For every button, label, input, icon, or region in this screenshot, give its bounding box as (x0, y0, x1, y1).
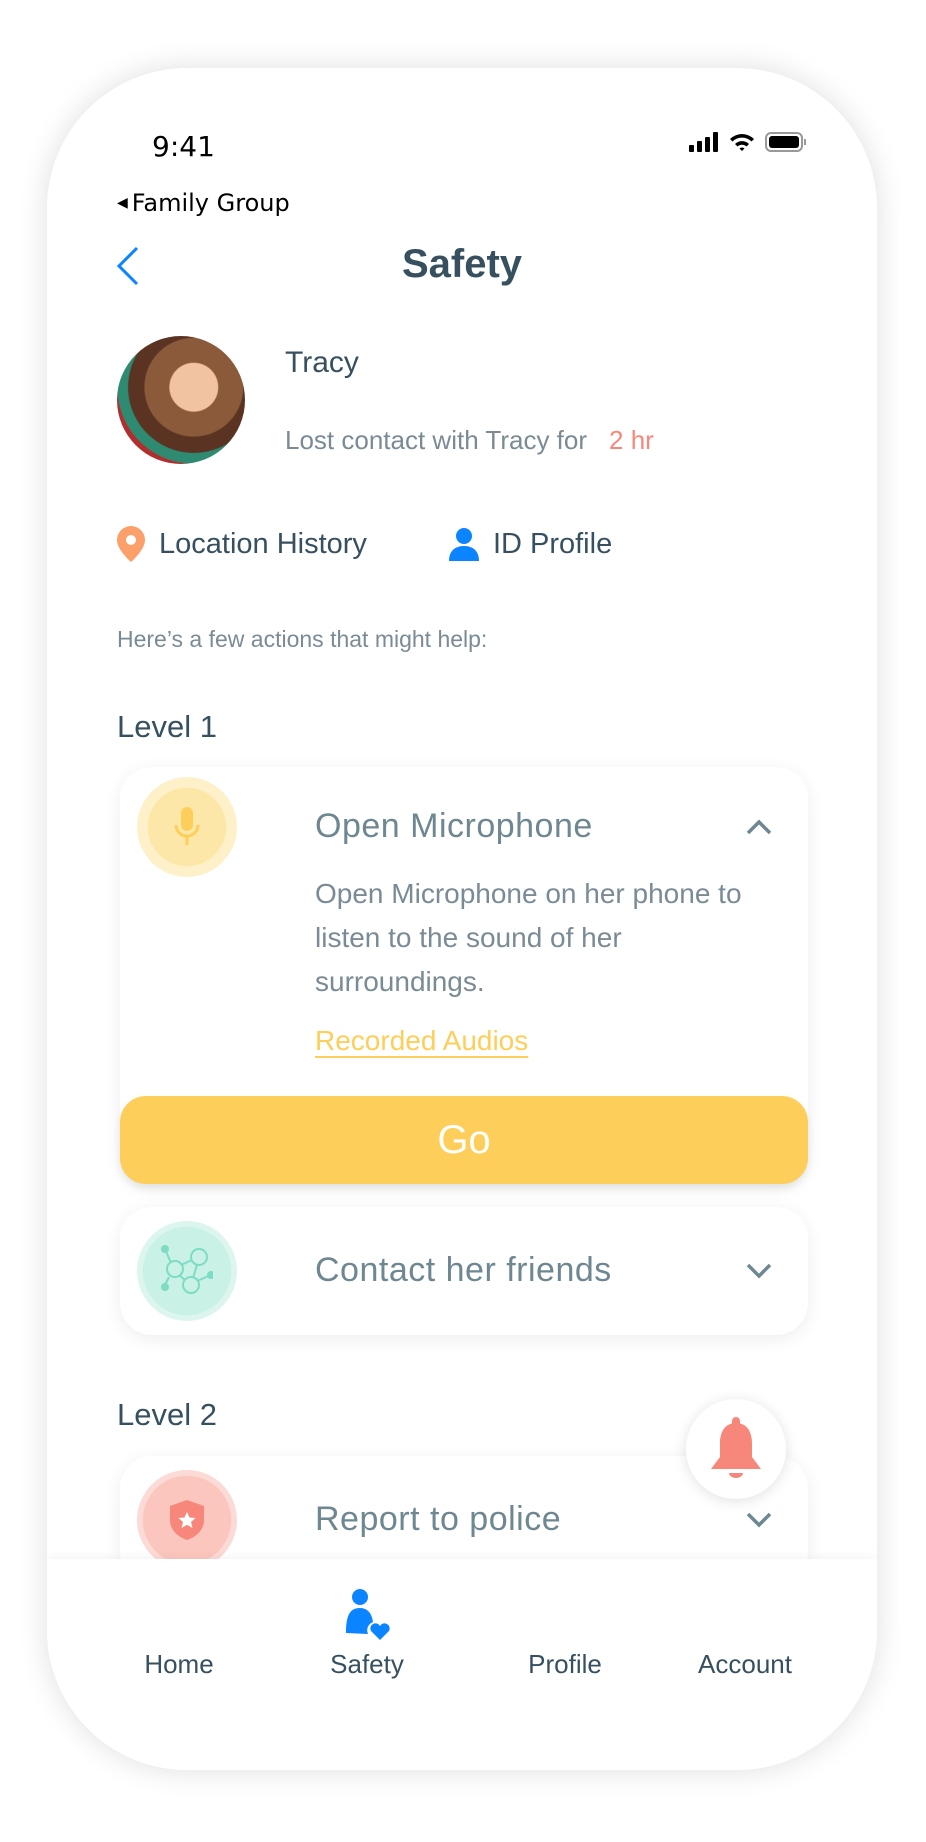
tab-label: Account (698, 1649, 792, 1679)
person-heart-icon (346, 1589, 390, 1640)
chevron-down-icon[interactable] (746, 1263, 772, 1279)
chevron-down-icon[interactable] (746, 1512, 772, 1528)
back-triangle-icon: ◀ (117, 195, 128, 211)
battery-icon (765, 132, 806, 152)
avatar (117, 336, 245, 464)
lost-contact-status: Lost contact with Tracy for 2 hr (285, 425, 654, 455)
tab-profile[interactable]: Profile (485, 1559, 645, 1709)
action-description: Open Microphone on her phone to listen t… (315, 878, 742, 997)
quick-links: Location History ID Profile (117, 526, 612, 562)
chevron-up-icon[interactable] (746, 819, 772, 835)
bell-icon (711, 1417, 761, 1478)
breadcrumb-back[interactable]: ◀ Family Group (117, 189, 290, 217)
level-2-heading: Level 2 (117, 1397, 217, 1432)
police-badge-icon (137, 1470, 237, 1570)
friends-network-icon (137, 1221, 237, 1321)
location-pin-icon (117, 526, 145, 562)
action-title: Open Microphone (315, 807, 593, 845)
microphone-icon (137, 777, 237, 877)
action-card-contact-friends[interactable]: Contact her friends (120, 1207, 808, 1335)
go-button[interactable]: Go (120, 1096, 808, 1184)
action-title: Report to police (315, 1500, 562, 1538)
signal-icon (689, 132, 718, 152)
page-title: Safety (401, 242, 523, 286)
status-time: 9:41 (152, 130, 215, 163)
tab-bar: Home Safety Profile Account (47, 1559, 877, 1770)
tab-label: Safety (330, 1649, 404, 1679)
tab-home[interactable]: Home (99, 1559, 259, 1709)
wifi-icon (730, 134, 754, 151)
alert-bell-button[interactable] (686, 1399, 786, 1499)
id-profile-link[interactable]: ID Profile (448, 527, 613, 561)
recorded-audios-link[interactable]: Recorded Audios (315, 1025, 528, 1057)
location-history-label: Location History (159, 527, 367, 560)
action-card-open-microphone: Open Microphone Open Microphone on her p… (120, 767, 808, 1184)
action-title: Contact her friends (315, 1251, 612, 1289)
lost-duration: 2 hr (609, 425, 654, 455)
hint-text: Here’s a few actions that might help: (117, 626, 488, 652)
id-profile-label: ID Profile (492, 527, 613, 560)
person-icon (448, 528, 479, 561)
tab-safety[interactable]: Safety (287, 1559, 447, 1709)
breadcrumb-label: Family Group (131, 189, 290, 217)
phone-frame: 9:41 ◀ Family Group Safety Tracy Lost con… (47, 68, 877, 1770)
status-icons (689, 132, 807, 152)
tab-label: Profile (528, 1649, 602, 1679)
person-name: Tracy (285, 346, 359, 379)
location-history-link[interactable]: Location History (117, 526, 367, 562)
tab-account[interactable]: Account (665, 1559, 825, 1709)
level-1-heading: Level 1 (117, 709, 217, 744)
tab-label: Home (144, 1649, 214, 1679)
